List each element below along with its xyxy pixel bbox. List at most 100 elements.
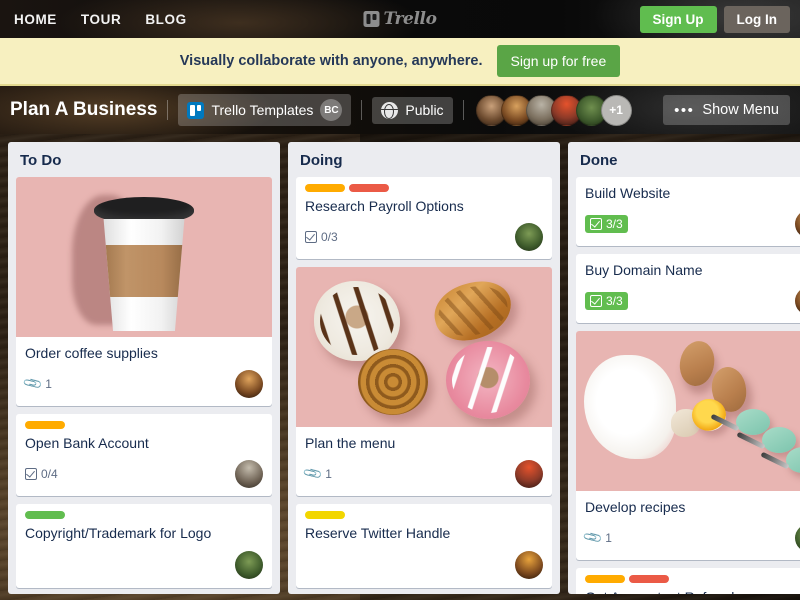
- checklist-icon: [590, 218, 602, 230]
- list-to-do: To Do Order coffee supplies 📎 1 Open Ban…: [8, 142, 280, 594]
- card-labels: [305, 511, 543, 519]
- card-labels: [25, 421, 263, 429]
- log-in-button[interactable]: Log In: [723, 5, 790, 33]
- paperclip-icon: 📎: [21, 372, 44, 395]
- header-divider-3: [462, 100, 464, 120]
- card-labels: [585, 575, 800, 583]
- attachment-badge: 📎 1: [582, 527, 612, 549]
- card-title: Copyright/Trademark for Logo: [25, 525, 212, 541]
- board-icon: [187, 101, 205, 119]
- attachment-count: 1: [45, 377, 52, 391]
- checklist-icon: [305, 231, 317, 243]
- sign-up-button[interactable]: Sign Up: [639, 5, 717, 33]
- card-title: Order coffee supplies: [25, 345, 158, 361]
- cinnamon-roll-icon: [358, 349, 428, 415]
- board-title[interactable]: Plan A Business: [10, 99, 157, 121]
- team-avatar: BC: [320, 99, 343, 121]
- card-plan-the-menu[interactable]: Plan the menu 📎 1: [296, 267, 552, 496]
- trello-logo-icon: [363, 11, 380, 27]
- list-done: Done Build Website 3/3 Buy Domain Name 3…: [568, 142, 800, 594]
- list-title[interactable]: Doing: [288, 142, 560, 177]
- card-cover-image: [16, 177, 272, 337]
- card-title: Reserve Twitter Handle: [305, 525, 451, 541]
- checklist-count: 0/4: [41, 467, 58, 481]
- card-build-website[interactable]: Build Website 3/3: [576, 177, 800, 246]
- label-orange[interactable]: [305, 184, 345, 192]
- measuring-spoon-icon: [762, 427, 796, 453]
- coffee-cup-icon: [94, 197, 194, 331]
- card-member-avatar[interactable]: [795, 210, 800, 238]
- card-badges: 0/3: [305, 223, 543, 251]
- card-badges: 0/4: [25, 460, 263, 488]
- card-reserve-twitter-handle[interactable]: Reserve Twitter Handle: [296, 504, 552, 588]
- promo-banner: Visually collaborate with anyone, anywhe…: [0, 38, 800, 86]
- flour-pile-icon: [584, 355, 676, 459]
- list-title[interactable]: To Do: [8, 142, 280, 177]
- label-green[interactable]: [25, 511, 65, 519]
- top-navigation-bar: HOME TOUR BLOG Trello Sign Up Log In: [0, 0, 800, 38]
- label-orange[interactable]: [585, 575, 625, 583]
- avatar-overflow-badge[interactable]: +1: [600, 94, 632, 126]
- card-badges: 📎 1: [301, 460, 543, 488]
- nav-auth-buttons: Sign Up Log In: [639, 5, 800, 33]
- pink-donut-icon: [446, 341, 530, 419]
- visibility-chip[interactable]: Public: [372, 96, 453, 124]
- team-chip[interactable]: Trello Templates BC: [178, 94, 352, 126]
- card-member-avatar[interactable]: [235, 460, 263, 488]
- list-title[interactable]: Done: [568, 142, 800, 177]
- checklist-badge-complete: 3/3: [585, 292, 628, 310]
- card-develop-recipes[interactable]: Develop recipes 📎 1: [576, 331, 800, 560]
- card-title: Buy Domain Name: [585, 262, 703, 278]
- board-members: +1: [475, 94, 632, 126]
- card-title: Get Accountant Referrals: [585, 588, 800, 594]
- nav-link-home[interactable]: HOME: [14, 12, 57, 27]
- paperclip-icon: 📎: [301, 462, 324, 485]
- card-cover-image: [296, 267, 552, 427]
- globe-icon: [381, 101, 399, 119]
- card-member-avatar[interactable]: [235, 551, 263, 579]
- nav-links: HOME TOUR BLOG: [0, 12, 187, 27]
- show-menu-button[interactable]: ••• Show Menu: [663, 95, 790, 125]
- card-badges: [305, 550, 543, 580]
- label-yellow[interactable]: [305, 511, 345, 519]
- card-research-payroll-options[interactable]: Research Payroll Options 0/3: [296, 177, 552, 259]
- card-labels: [305, 184, 543, 192]
- checklist-icon: [25, 468, 37, 480]
- card-buy-domain-name[interactable]: Buy Domain Name 3/3: [576, 254, 800, 323]
- card-open-bank-account[interactable]: Open Bank Account 0/4: [16, 414, 272, 496]
- croissant-icon: [428, 274, 518, 348]
- label-orange[interactable]: [25, 421, 65, 429]
- team-name-label: Trello Templates: [211, 102, 314, 118]
- attachment-count: 1: [605, 531, 612, 545]
- card-badges: [25, 550, 263, 580]
- card-title: Develop recipes: [585, 499, 686, 515]
- sign-up-for-free-button[interactable]: Sign up for free: [496, 45, 621, 77]
- checklist-count: 3/3: [606, 294, 623, 308]
- nav-link-blog[interactable]: BLOG: [145, 12, 186, 27]
- card-order-coffee-supplies[interactable]: Order coffee supplies 📎 1: [16, 177, 272, 406]
- nav-link-tour[interactable]: TOUR: [81, 12, 121, 27]
- list-cards: Research Payroll Options 0/3 Plan the me…: [288, 177, 560, 594]
- card-member-avatar[interactable]: [795, 287, 800, 315]
- card-get-accountant-referrals[interactable]: Get Accountant Referrals: [576, 568, 800, 594]
- show-menu-label: Show Menu: [702, 102, 779, 118]
- label-red[interactable]: [349, 184, 389, 192]
- card-title: Research Payroll Options: [305, 198, 464, 214]
- list-doing: Doing Research Payroll Options 0/3 Plan …: [288, 142, 560, 594]
- card-member-avatar[interactable]: [515, 223, 543, 251]
- trello-logo[interactable]: Trello: [363, 9, 437, 29]
- card-copyright-trademark-for-logo[interactable]: Copyright/Trademark for Logo: [16, 504, 272, 588]
- card-badges: 3/3: [585, 287, 800, 315]
- card-member-avatar[interactable]: [515, 551, 543, 579]
- card-member-avatar[interactable]: [515, 460, 543, 488]
- egg-yolk-icon: [692, 399, 726, 431]
- attachment-badge: 📎 1: [21, 372, 52, 395]
- card-member-avatar[interactable]: [795, 524, 800, 552]
- card-member-avatar[interactable]: [235, 370, 263, 398]
- card-title: Open Bank Account: [25, 435, 149, 451]
- label-red[interactable]: [629, 575, 669, 583]
- list-cards: Build Website 3/3 Buy Domain Name 3/3 De…: [568, 177, 800, 594]
- board-lists: To Do Order coffee supplies 📎 1 Open Ban…: [0, 134, 800, 600]
- checklist-count: 0/3: [321, 230, 338, 244]
- card-labels: [25, 511, 263, 519]
